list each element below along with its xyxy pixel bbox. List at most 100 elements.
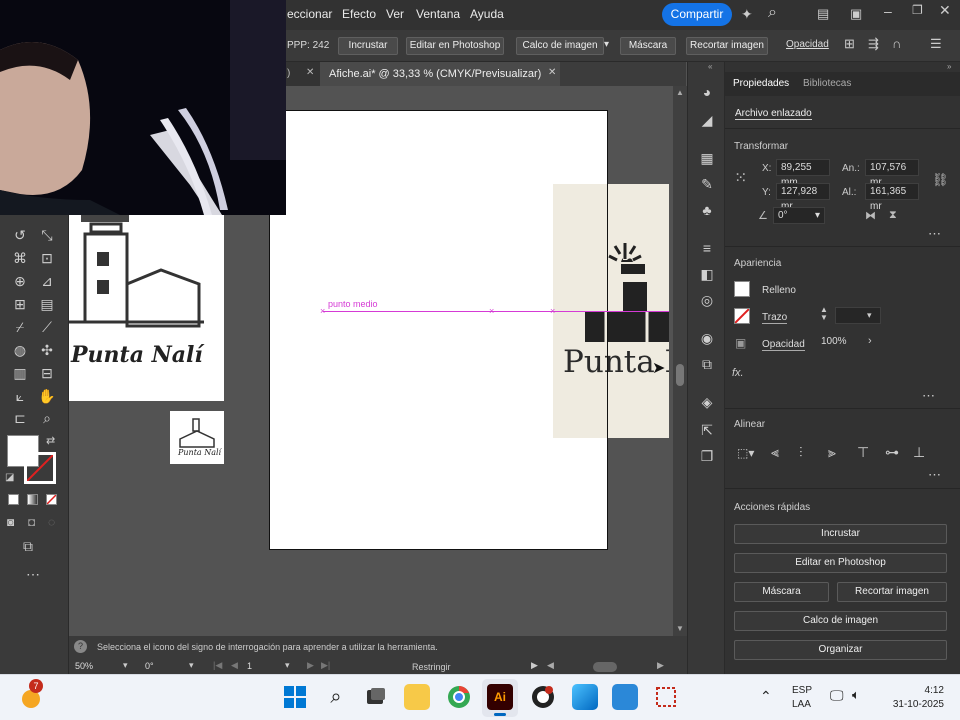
scroll-thumb[interactable] — [676, 364, 684, 386]
align-to-icon[interactable]: ⬚▾ — [737, 446, 754, 460]
free-transform-icon[interactable]: ⊡ — [37, 248, 57, 268]
stroke-swatch[interactable] — [24, 452, 56, 484]
scroll-left-icon[interactable]: ◀ — [547, 660, 554, 671]
network-icon[interactable]: 🖵 — [830, 687, 844, 704]
opacity-link[interactable]: Opacidad — [762, 339, 805, 351]
align-grid-icon[interactable]: ⊞ — [844, 36, 855, 52]
tray-overflow-icon[interactable]: ⌃ — [760, 688, 772, 705]
warp-tool-icon[interactable]: ⌘ — [10, 248, 30, 268]
photos-icon[interactable] — [572, 684, 598, 710]
appearance-panel-icon[interactable]: ◉ — [697, 328, 717, 348]
draw-inside-icon[interactable]: ◌ — [48, 515, 55, 529]
collapse-icon[interactable]: « — [708, 62, 712, 71]
vertical-scrollbar[interactable]: ▲ ▼ — [673, 86, 687, 636]
thumbnail-image[interactable]: Punta Nalí — [170, 411, 224, 464]
layers-icon[interactable]: ◈ — [697, 392, 717, 412]
tab-properties[interactable]: Propiedades — [733, 78, 789, 89]
search-icon[interactable]: ⌕ — [768, 4, 777, 22]
link-proportions-icon[interactable]: ⛓ — [932, 172, 949, 188]
task-view-icon[interactable] — [363, 684, 389, 710]
zoom-select[interactable]: 50% ▾ — [69, 660, 133, 674]
menu-efecto[interactable]: Efecto — [342, 7, 376, 21]
x-field[interactable]: 89,255 mm — [776, 159, 830, 188]
tab-active[interactable]: Afiche.ai* @ 33,33 % (CMYK/Previsualizar… — [320, 62, 560, 86]
edit-photoshop-button[interactable]: Editar en Photoshop — [406, 37, 504, 55]
chevron-right-icon[interactable]: › — [868, 335, 872, 347]
stroke-weight-field[interactable] — [835, 307, 881, 324]
chrome-icon[interactable] — [446, 684, 472, 710]
next-artboard-icon[interactable]: ▶ — [307, 660, 314, 671]
symbols-icon[interactable]: ♣ — [697, 200, 717, 220]
menu-ver[interactable]: Ver — [386, 7, 404, 21]
notepad-icon[interactable] — [612, 684, 638, 710]
artboard-tool-icon[interactable]: ⊟ — [37, 363, 57, 383]
qa-mask-button[interactable]: Máscara — [734, 582, 829, 602]
swap-colors-icon[interactable]: ⇄ — [46, 434, 55, 447]
stroke-stepper-icon[interactable]: ▲ ▼ — [820, 306, 828, 322]
flip-vertical-icon[interactable]: ⧗ — [889, 209, 897, 222]
stroke-color-swatch[interactable] — [734, 308, 750, 324]
artboards-panel-icon[interactable]: ❐ — [697, 446, 717, 466]
weather-widget[interactable]: 7 — [18, 679, 44, 709]
scale-tool-icon[interactable]: ⤡ — [37, 225, 57, 245]
workspace-icon[interactable]: ▤ — [817, 6, 829, 22]
panel-menu-icon[interactable]: ☰ — [930, 36, 942, 52]
reference-image[interactable]: Punta Nalí — [69, 214, 224, 401]
height-field[interactable]: 161,365 mr — [865, 183, 919, 212]
chevron-down-icon[interactable]: ▾ — [604, 39, 609, 50]
fill-color-swatch[interactable] — [734, 281, 750, 297]
clock[interactable]: 4:12 31-10-2025 — [878, 683, 948, 713]
draw-normal-icon[interactable]: ◙ — [7, 515, 14, 529]
linked-file-link[interactable]: Archivo enlazado — [735, 108, 812, 120]
color-guide-icon[interactable]: ◢ — [697, 110, 717, 130]
color-panel-icon[interactable]: ◕ — [697, 82, 717, 102]
qa-arrange-button[interactable]: Organizar — [734, 640, 947, 660]
rotate-tool-icon[interactable]: ↺ — [10, 225, 30, 245]
menu-ayuda[interactable]: Ayuda — [470, 7, 504, 21]
zoom-tool-icon[interactable]: ⌕ — [37, 408, 57, 428]
perspective-grid-icon[interactable]: ⊿ — [37, 271, 57, 291]
rotation-select[interactable]: 0° ▾ — [141, 660, 201, 674]
file-explorer-icon[interactable] — [404, 684, 430, 710]
fx-icon[interactable]: fx. — [732, 367, 744, 379]
eyedropper-icon[interactable]: ⌿ — [10, 317, 30, 337]
scroll-up-icon[interactable]: ▲ — [676, 88, 684, 97]
color-mode-icon[interactable] — [8, 494, 19, 505]
qa-edit-photoshop-button[interactable]: Editar en Photoshop — [734, 553, 947, 573]
horizontal-scroll-thumb[interactable] — [593, 662, 617, 672]
artboard-select[interactable]: 1 ▾ — [245, 660, 297, 674]
embed-button[interactable]: Incrustar — [338, 37, 398, 55]
print-tiling-icon[interactable]: ⊏ — [10, 408, 30, 428]
blend-tool-icon[interactable]: ◍ — [10, 340, 30, 360]
align-hcenter-icon[interactable]: ⫶ — [799, 444, 803, 461]
sparkle-icon[interactable]: ✦ — [741, 6, 753, 23]
transform-icon[interactable]: ⇶ — [868, 36, 879, 52]
export-icon[interactable]: ⇱ — [697, 420, 717, 440]
y-field[interactable]: 127,928 mr — [776, 183, 830, 212]
slice-tool-icon[interactable]: ⟀ — [10, 386, 30, 406]
graphic-styles-icon[interactable]: ⧉ — [697, 354, 717, 374]
align-top-icon[interactable]: ⊤ — [857, 444, 869, 461]
none-mode-icon[interactable] — [46, 494, 57, 505]
close-tab-icon[interactable]: ✕ — [306, 67, 314, 78]
status-menu-icon[interactable]: ▶ — [531, 660, 538, 671]
align-bottom-icon[interactable]: ⊥ — [913, 444, 925, 461]
stroke-link[interactable]: Trazo — [762, 312, 788, 324]
search-icon[interactable]: ⌕ — [323, 684, 349, 710]
collapse-panel-icon[interactable]: » — [947, 62, 951, 71]
tab-libraries[interactable]: Bibliotecas — [803, 78, 851, 89]
flip-horizontal-icon[interactable]: ⧓ — [865, 209, 876, 222]
last-artboard-icon[interactable]: ▶| — [321, 660, 330, 671]
width-field[interactable]: 107,576 mr — [865, 159, 919, 188]
mask-button[interactable]: Máscara — [620, 37, 676, 55]
prev-artboard-icon[interactable]: ◀ — [231, 660, 238, 671]
first-artboard-icon[interactable]: |◀ — [213, 660, 222, 671]
gradient-mode-icon[interactable] — [27, 494, 38, 505]
stroke-panel-icon[interactable]: ≡ — [697, 238, 717, 258]
brushes-icon[interactable]: ✎ — [697, 174, 717, 194]
arrange-icon[interactable]: ▣ — [850, 6, 862, 22]
close-icon[interactable]: ✕ — [939, 2, 951, 19]
menu-seleccionar[interactable]: eccionar — [287, 7, 332, 21]
volume-icon[interactable]: 🔈︎ — [852, 687, 860, 703]
align-left-icon[interactable]: ⫷ — [771, 444, 779, 461]
